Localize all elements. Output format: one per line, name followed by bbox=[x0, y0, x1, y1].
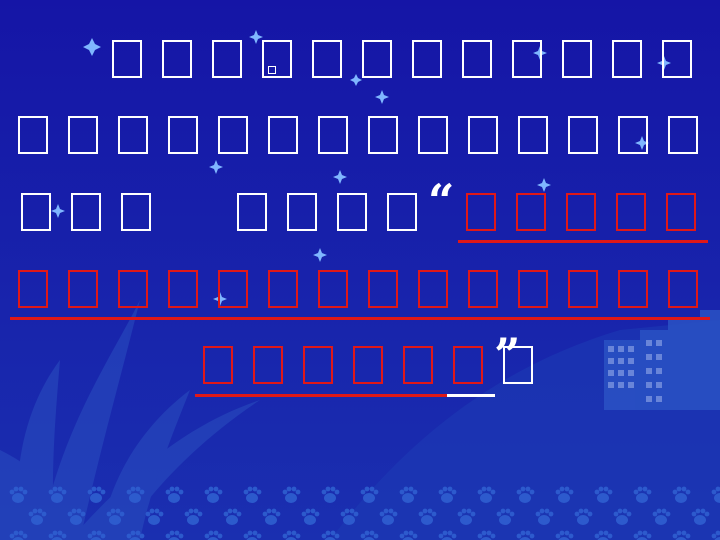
character bbox=[368, 116, 398, 154]
highlighted-character bbox=[68, 270, 98, 308]
character bbox=[237, 193, 267, 231]
character bbox=[121, 193, 151, 231]
highlighted-character bbox=[353, 346, 383, 384]
highlighted-character bbox=[203, 346, 233, 384]
highlighted-character bbox=[468, 270, 498, 308]
highlighted-character bbox=[253, 346, 283, 384]
character bbox=[287, 193, 317, 231]
highlighted-character bbox=[403, 346, 433, 384]
closing-quote: ” bbox=[494, 328, 521, 382]
highlighted-character bbox=[618, 270, 648, 308]
character bbox=[218, 116, 248, 154]
highlighted-character bbox=[318, 270, 348, 308]
highlighted-character bbox=[516, 193, 546, 231]
highlighted-character bbox=[168, 270, 198, 308]
highlighted-character bbox=[18, 270, 48, 308]
character bbox=[668, 116, 698, 154]
character bbox=[318, 116, 348, 154]
highlighted-character bbox=[466, 193, 496, 231]
character bbox=[68, 116, 98, 154]
character bbox=[662, 40, 692, 78]
character bbox=[568, 116, 598, 154]
underline-line-4 bbox=[10, 317, 710, 320]
underline-line-5 bbox=[195, 394, 447, 397]
highlighted-character bbox=[666, 193, 696, 231]
highlighted-character bbox=[668, 270, 698, 308]
highlighted-character bbox=[268, 270, 298, 308]
character bbox=[387, 193, 417, 231]
character bbox=[518, 116, 548, 154]
text-line-3 bbox=[0, 193, 720, 241]
character bbox=[618, 116, 648, 154]
character bbox=[118, 116, 148, 154]
character bbox=[612, 40, 642, 78]
text-line-4 bbox=[0, 270, 720, 318]
character bbox=[362, 40, 392, 78]
character bbox=[71, 193, 101, 231]
highlighted-character bbox=[418, 270, 448, 308]
text-line-5 bbox=[0, 346, 720, 394]
text-line-2 bbox=[0, 116, 720, 164]
underline-line-5-end bbox=[447, 394, 495, 397]
character bbox=[412, 40, 442, 78]
character bbox=[18, 116, 48, 154]
opening-quote: “ bbox=[428, 174, 455, 228]
text-line-1 bbox=[0, 40, 720, 88]
character bbox=[312, 40, 342, 78]
character bbox=[418, 116, 448, 154]
character bbox=[168, 116, 198, 154]
highlighted-character bbox=[218, 270, 248, 308]
small-marker bbox=[268, 66, 276, 74]
highlighted-character bbox=[616, 193, 646, 231]
highlighted-character bbox=[568, 270, 598, 308]
character bbox=[462, 40, 492, 78]
character bbox=[162, 40, 192, 78]
character bbox=[112, 40, 142, 78]
underline-line-3 bbox=[458, 240, 708, 243]
character bbox=[212, 40, 242, 78]
character bbox=[468, 116, 498, 154]
character bbox=[21, 193, 51, 231]
highlighted-character bbox=[118, 270, 148, 308]
highlighted-character bbox=[368, 270, 398, 308]
highlighted-character bbox=[303, 346, 333, 384]
highlighted-character bbox=[518, 270, 548, 308]
character bbox=[562, 40, 592, 78]
character bbox=[512, 40, 542, 78]
character bbox=[268, 116, 298, 154]
character bbox=[262, 40, 292, 78]
highlighted-character bbox=[453, 346, 483, 384]
highlighted-character bbox=[566, 193, 596, 231]
character bbox=[337, 193, 367, 231]
